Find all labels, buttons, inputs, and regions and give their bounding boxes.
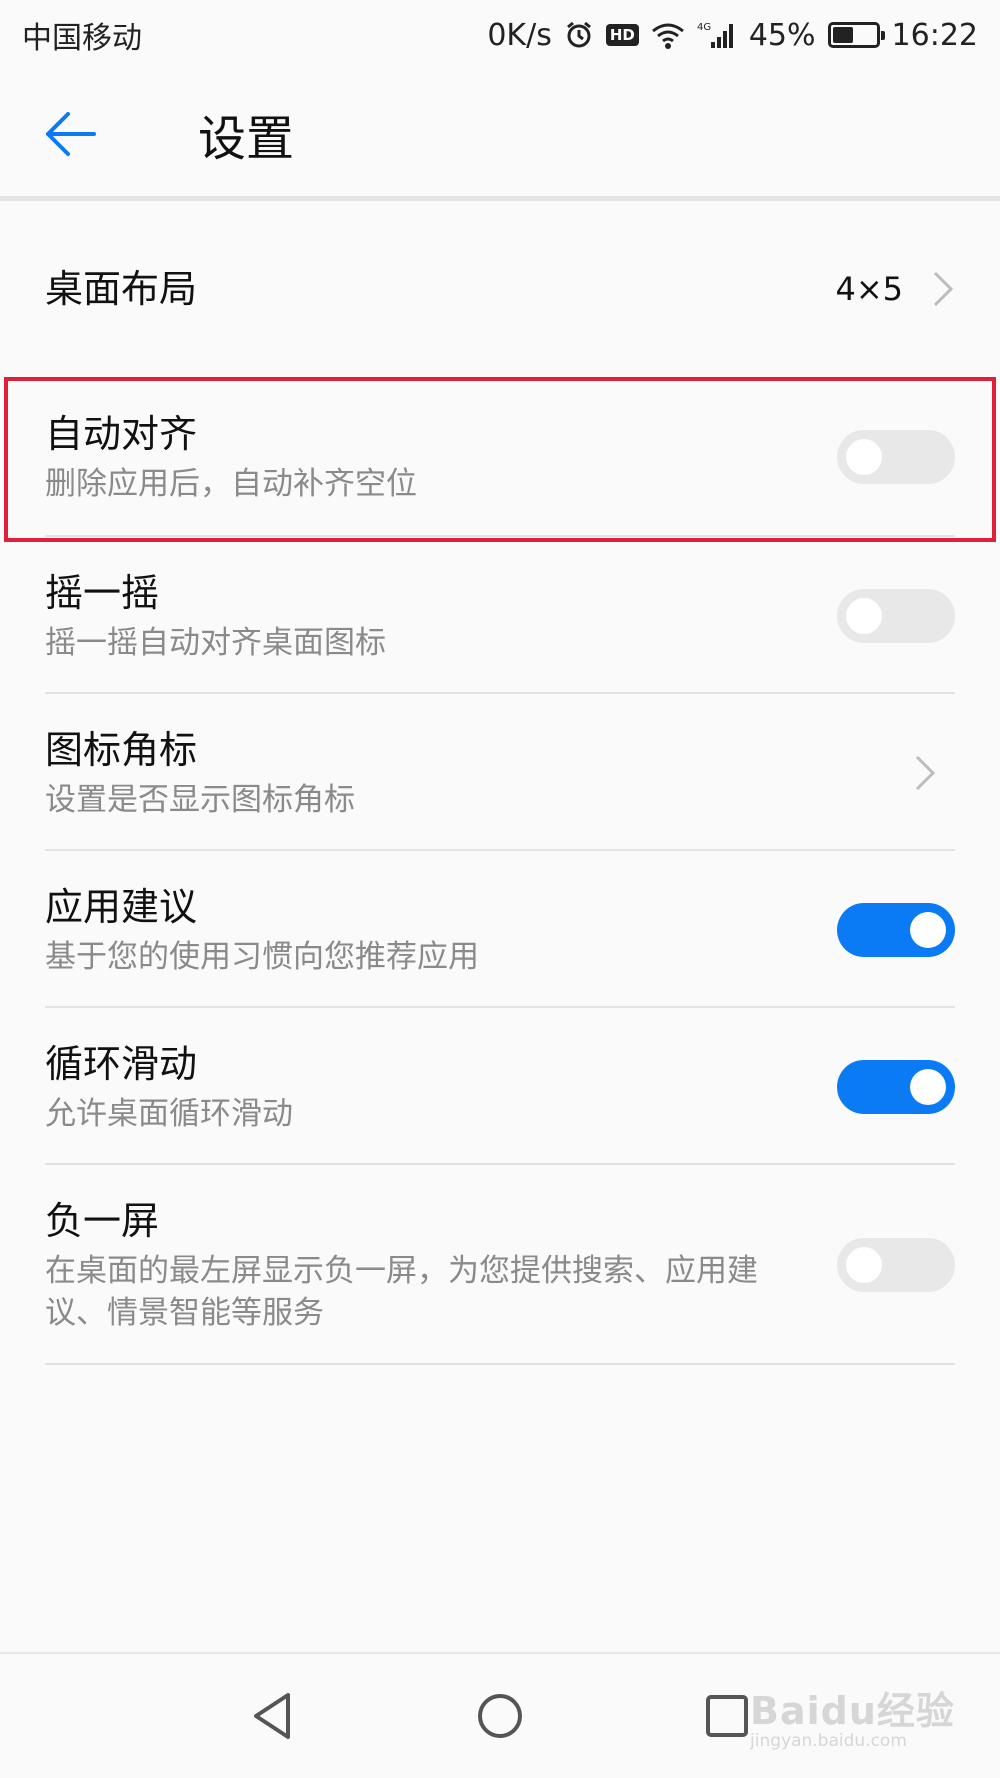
setting-subtitle: 基于您的使用习惯向您推荐应用 xyxy=(45,938,479,975)
settings-list: 桌面布局 4×5 自动对齐 删除应用后，自动补齐空位 摇一摇 摇一摇自动对齐桌面… xyxy=(0,201,1000,1365)
row-divider xyxy=(45,1363,955,1365)
page-title: 设置 xyxy=(198,111,295,167)
setting-subtitle: 摇一摇自动对齐桌面图标 xyxy=(45,624,386,661)
back-button[interactable] xyxy=(42,79,152,189)
triangle-back-icon xyxy=(254,1693,291,1739)
setting-text: 桌面布局 xyxy=(45,264,197,314)
setting-title: 桌面布局 xyxy=(45,267,198,311)
setting-text: 循环滑动 允许桌面循环滑动 xyxy=(45,1039,293,1135)
setting-text: 自动对齐 删除应用后，自动补齐空位 xyxy=(45,409,417,505)
setting-title: 应用建议 xyxy=(45,884,198,929)
cell-signal-icon: 4G xyxy=(697,20,737,50)
circle-home-icon xyxy=(477,1694,522,1738)
settings-screen: 中国移动 0K/s HD 4G 45% 16:22 设置 桌面布局 4×5 自动… xyxy=(0,0,1000,1778)
toggle-knob xyxy=(910,1068,946,1105)
alarm-icon xyxy=(564,20,594,50)
setting-app-suggestions[interactable]: 应用建议 基于您的使用习惯向您推荐应用 xyxy=(0,851,1000,1008)
setting-loop-scroll[interactable]: 循环滑动 允许桌面循环滑动 xyxy=(0,1008,1000,1165)
back-arrow-icon xyxy=(46,112,96,156)
square-recents-icon xyxy=(705,1695,748,1737)
setting-title: 摇一摇 xyxy=(45,570,160,615)
battery-percent: 45% xyxy=(748,17,816,53)
setting-text: 应用建议 基于您的使用习惯向您推荐应用 xyxy=(45,882,479,978)
signal-tech-label: 4G xyxy=(697,22,711,33)
status-indicators: 0K/s HD 4G 45% 16:22 xyxy=(487,18,978,53)
setting-subtitle: 在桌面的最左屏显示负一屏，为您提供搜索、应用建议、情景智能等服务 xyxy=(45,1253,758,1331)
app-suggestions-toggle[interactable] xyxy=(837,902,955,957)
wifi-icon xyxy=(651,21,685,49)
setting-subtitle: 设置是否显示图标角标 xyxy=(45,781,355,818)
chevron-right-icon xyxy=(933,271,954,307)
status-bar: 中国移动 0K/s HD 4G 45% 16:22 xyxy=(0,0,1000,70)
setting-icon-badge[interactable]: 图标角标 设置是否显示图标角标 xyxy=(0,694,1000,851)
setting-title: 循环滑动 xyxy=(45,1041,198,1086)
setting-minus-one-screen[interactable]: 负一屏 在桌面的最左屏显示负一屏，为您提供搜索、应用建议、情景智能等服务 xyxy=(0,1165,1000,1365)
minus-one-screen-toggle[interactable] xyxy=(837,1238,955,1292)
setting-title: 图标角标 xyxy=(45,727,198,772)
shake-toggle[interactable] xyxy=(837,588,955,643)
battery-icon xyxy=(827,22,885,48)
setting-shake[interactable]: 摇一摇 摇一摇自动对齐桌面图标 xyxy=(0,537,1000,694)
setting-auto-align[interactable]: 自动对齐 删除应用后，自动补齐空位 xyxy=(0,377,1000,537)
setting-controls: 4×5 xyxy=(835,269,955,309)
toggle-knob xyxy=(846,439,882,475)
setting-text: 图标角标 设置是否显示图标角标 xyxy=(45,725,355,821)
layout-value: 4×5 xyxy=(835,270,903,308)
setting-text: 摇一摇 摇一摇自动对齐桌面图标 xyxy=(45,568,386,664)
clock: 16:22 xyxy=(891,17,978,53)
toggle-knob xyxy=(846,597,882,634)
hd-badge: HD xyxy=(605,24,639,46)
auto-align-toggle[interactable] xyxy=(837,430,955,484)
toggle-knob xyxy=(910,911,946,948)
loop-scroll-toggle[interactable] xyxy=(837,1059,955,1114)
setting-text: 负一屏 在桌面的最左屏显示负一屏，为您提供搜索、应用建议、情景智能等服务 xyxy=(45,1196,775,1334)
setting-title: 自动对齐 xyxy=(45,412,198,456)
setting-subtitle: 删除应用后，自动补齐空位 xyxy=(45,466,417,502)
chevron-right-icon xyxy=(915,755,936,790)
app-header: 设置 xyxy=(0,70,1000,198)
watermark-main: Baidu经验 xyxy=(750,1689,955,1733)
toggle-knob xyxy=(846,1247,882,1283)
net-speed: 0K/s xyxy=(487,17,552,53)
nav-home-button[interactable] xyxy=(455,1671,545,1761)
nav-back-button[interactable] xyxy=(228,1671,318,1761)
setting-subtitle: 允许桌面循环滑动 xyxy=(45,1095,293,1132)
carrier-label: 中国移动 xyxy=(22,21,142,56)
setting-desktop-layout[interactable]: 桌面布局 4×5 xyxy=(0,201,1000,377)
baidu-watermark: Baidu经验 jingyan.baidu.com xyxy=(750,1680,960,1760)
setting-title: 负一屏 xyxy=(45,1199,160,1243)
battery-fill xyxy=(832,27,854,43)
